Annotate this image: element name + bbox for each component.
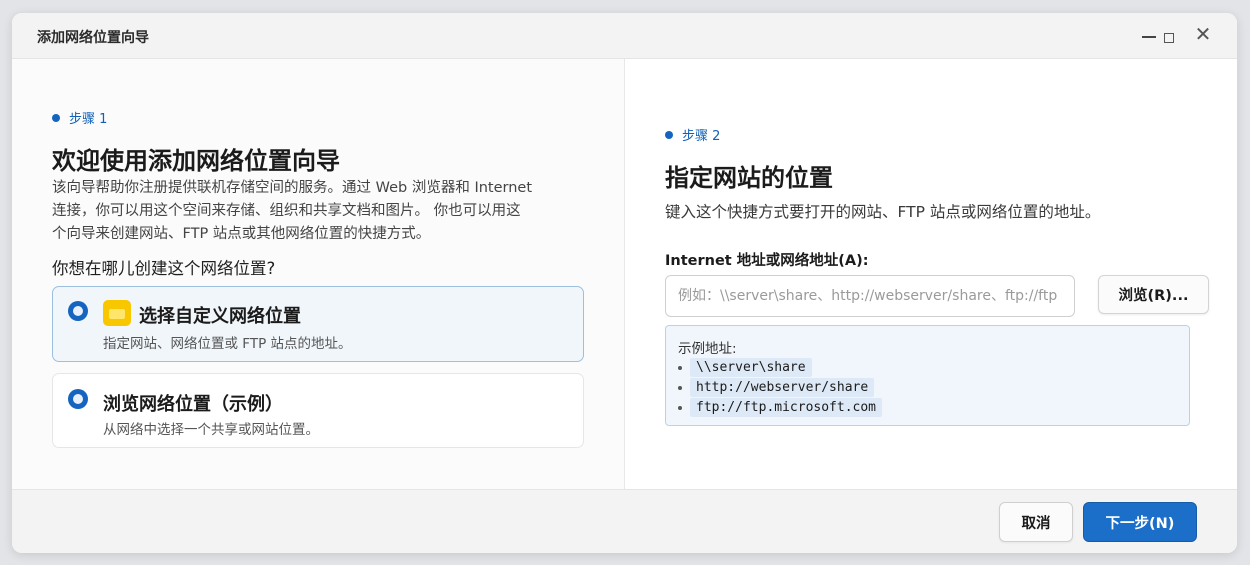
next-button[interactable]: 下一步(N) bbox=[1083, 502, 1197, 542]
bullet-icon bbox=[678, 405, 682, 410]
location-description: 键入这个快捷方式要打开的网站、FTP 站点或网络位置的地址。 bbox=[665, 203, 1101, 221]
footer-bar: 取消 下一步(N) bbox=[12, 489, 1237, 553]
location-question: 你想在哪儿创建这个网络位置? bbox=[52, 259, 276, 278]
browse-button[interactable]: 浏览(R)... bbox=[1098, 275, 1209, 314]
example-item: ftp://ftp.microsoft.com bbox=[678, 398, 883, 417]
example-addresses: 示例地址: \\server\share http://webserver/sh… bbox=[665, 325, 1190, 426]
welcome-heading: 欢迎使用添加网络位置向导 bbox=[52, 147, 340, 175]
option-browse-location[interactable]: 浏览网络位置（示例） 从网络中选择一个共享或网站位置。 bbox=[52, 373, 584, 448]
step-1-label: 步骤 1 bbox=[69, 112, 108, 127]
bullet-icon bbox=[678, 385, 682, 390]
intro-line: 该向导帮助你注册提供联机存储空间的服务。通过 Web 浏览器和 Internet bbox=[52, 180, 533, 196]
address-input[interactable] bbox=[665, 275, 1075, 317]
example-address: ftp://ftp.microsoft.com bbox=[690, 398, 883, 417]
bullet-icon bbox=[678, 365, 682, 370]
intro-line: 连接，你可以用这个空间来存储、组织和共享文档和图片。 你也可以用这 bbox=[52, 203, 521, 219]
minimize-button[interactable] bbox=[1138, 25, 1160, 47]
minimize-icon bbox=[1142, 36, 1156, 38]
maximize-button[interactable] bbox=[1158, 25, 1180, 47]
option-custom-description: 指定网站、网络位置或 FTP 站点的地址。 bbox=[103, 336, 352, 352]
folder-icon bbox=[103, 300, 131, 326]
option-browse-description: 从网络中选择一个共享或网站位置。 bbox=[103, 422, 319, 438]
option-custom-title: 选择自定义网络位置 bbox=[139, 306, 301, 327]
close-button[interactable]: ✕ bbox=[1192, 22, 1214, 46]
step-1-indicator: 步骤 1 bbox=[52, 108, 107, 127]
location-heading: 指定网站的位置 bbox=[665, 164, 833, 192]
step-dot-icon bbox=[52, 113, 60, 122]
cancel-button[interactable]: 取消 bbox=[999, 502, 1073, 542]
title-bar: 添加网络位置向导 ✕ bbox=[12, 13, 1237, 59]
close-icon: ✕ bbox=[1194, 22, 1212, 46]
example-item: http://webserver/share bbox=[678, 378, 875, 397]
wizard-window: 添加网络位置向导 ✕ 步骤 1 欢迎使用添加网络位置向导 该向导帮助你注册提供联… bbox=[12, 13, 1237, 553]
window-title: 添加网络位置向导 bbox=[37, 30, 149, 46]
step-dot-icon bbox=[665, 130, 673, 139]
step-2-indicator: 步骤 2 bbox=[665, 125, 720, 144]
radio-selected-icon[interactable] bbox=[68, 301, 88, 321]
example-address: http://webserver/share bbox=[690, 378, 875, 397]
intro-line: 个向导来创建网站、FTP 站点或其他网络位置的快捷方式。 bbox=[52, 226, 431, 242]
step-1-panel: 步骤 1 欢迎使用添加网络位置向导 该向导帮助你注册提供联机存储空间的服务。通过… bbox=[12, 59, 624, 489]
step-2-label: 步骤 2 bbox=[682, 129, 721, 144]
examples-title: 示例地址: bbox=[678, 341, 737, 357]
step-2-panel: 步骤 2 指定网站的位置 键入这个快捷方式要打开的网站、FTP 站点或网络位置的… bbox=[625, 59, 1237, 489]
option-browse-title: 浏览网络位置（示例） bbox=[103, 394, 283, 415]
option-custom-location[interactable]: 选择自定义网络位置 指定网站、网络位置或 FTP 站点的地址。 bbox=[52, 286, 584, 362]
maximize-icon bbox=[1164, 33, 1174, 43]
example-address: \\server\share bbox=[690, 358, 812, 377]
intro-text: 该向导帮助你注册提供联机存储空间的服务。通过 Web 浏览器和 Internet… bbox=[52, 177, 532, 246]
address-field-label: Internet 地址或网络地址(A): bbox=[665, 253, 869, 269]
example-item: \\server\share bbox=[678, 358, 812, 377]
radio-icon[interactable] bbox=[68, 389, 88, 409]
